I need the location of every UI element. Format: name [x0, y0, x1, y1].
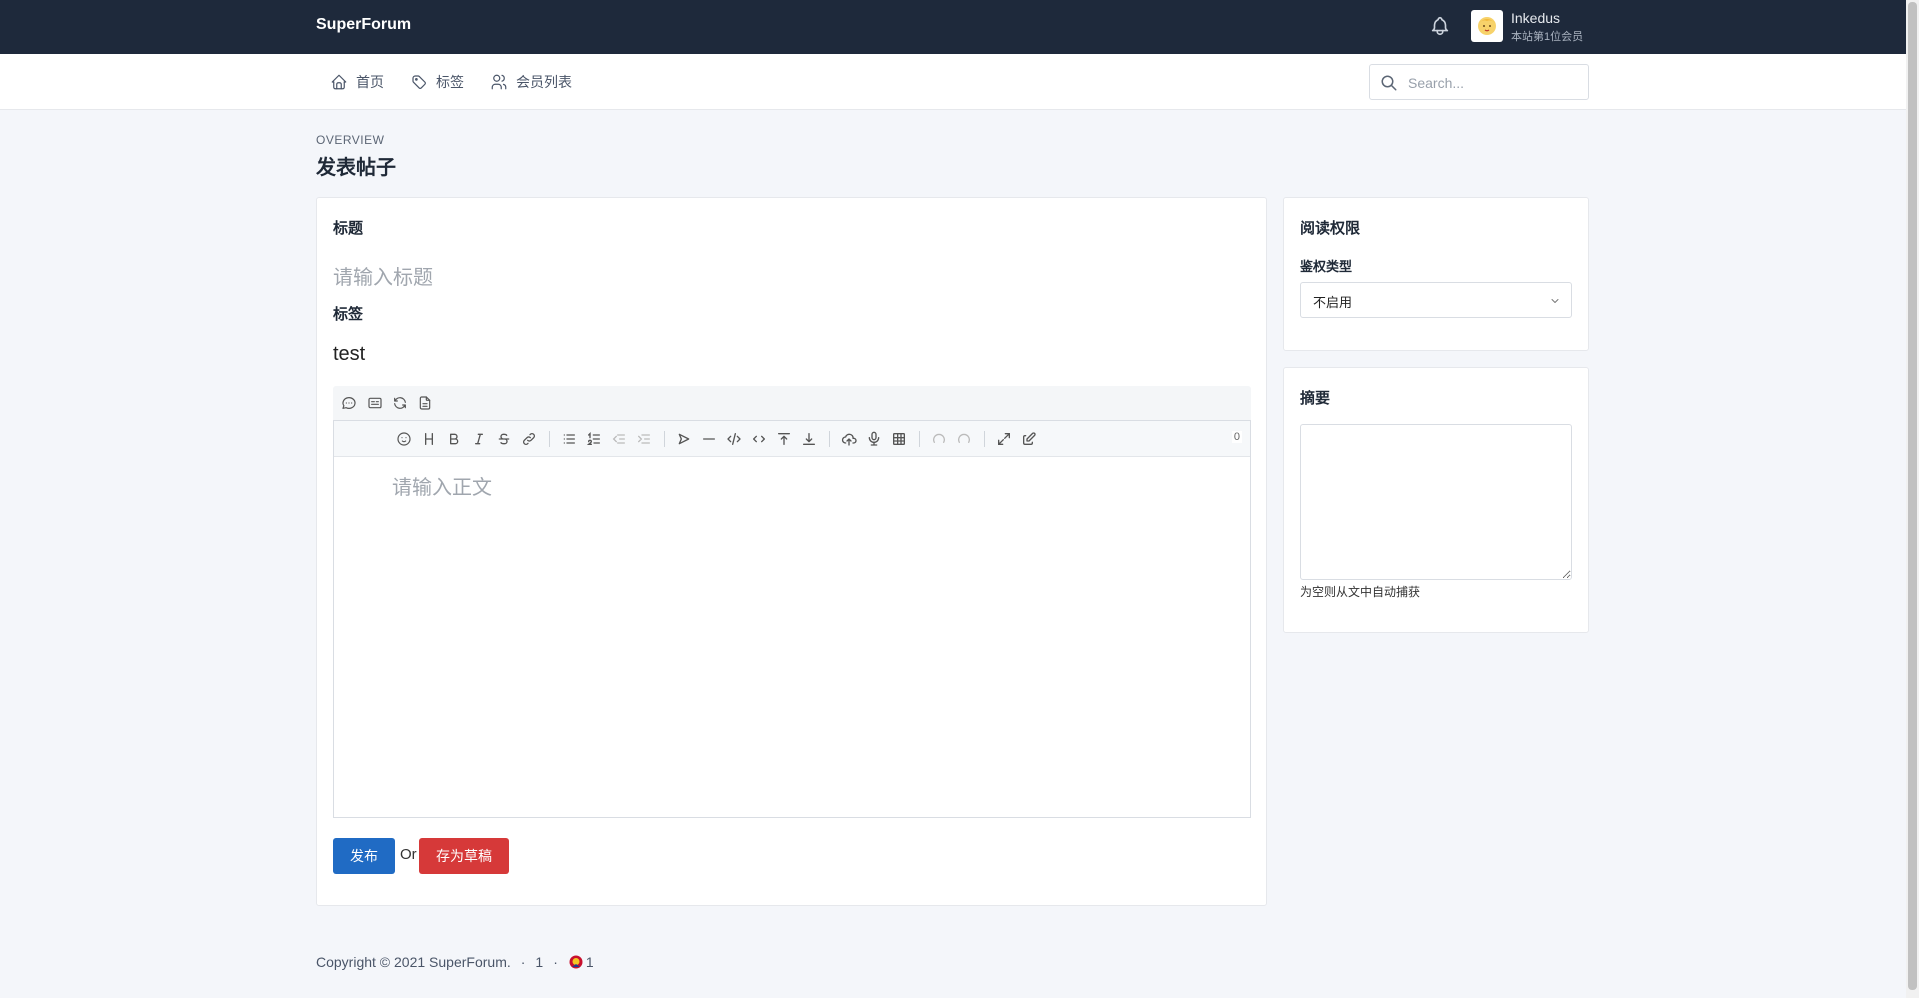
bold-icon[interactable] [444, 429, 464, 449]
page-scrollbar[interactable] [1906, 0, 1919, 998]
emoji-icon[interactable] [394, 429, 414, 449]
nav-bar: 首页 标签 会员列表 [0, 54, 1906, 110]
title-input[interactable] [333, 263, 1233, 293]
page-pretitle: OVERVIEW [316, 133, 385, 147]
nav-item-label: 会员列表 [516, 74, 572, 90]
police-badge-icon [569, 955, 583, 969]
upload-icon[interactable] [839, 429, 859, 449]
toolbar-divider [549, 431, 550, 447]
table-icon[interactable] [889, 429, 909, 449]
auth-type-value: 不启用 [1313, 295, 1353, 310]
search-input[interactable] [1408, 73, 1578, 93]
tag-label: 标签 [333, 306, 364, 323]
code-block-icon[interactable] [724, 429, 744, 449]
comment-mode-icon[interactable] [339, 393, 359, 413]
toolbar-divider [664, 431, 665, 447]
microphone-icon[interactable] [864, 429, 884, 449]
permission-card: 阅读权限 鉴权类型 不启用 [1283, 197, 1589, 351]
footer: Copyright © 2021 SuperForum. · 1 · 1 [316, 954, 594, 970]
insert-before-icon[interactable] [774, 429, 794, 449]
character-counter: 0 [1231, 431, 1242, 443]
editor-body[interactable]: 请输入正文 [392, 471, 492, 500]
copyright-text: Copyright © 2021 SuperForum. [316, 954, 511, 970]
italic-icon[interactable] [469, 429, 489, 449]
content-editor: 0 请输入正文 [333, 420, 1251, 818]
indent-icon[interactable] [634, 429, 654, 449]
chevron-down-icon [1551, 299, 1559, 303]
search-icon [1381, 75, 1397, 91]
search-box [1369, 64, 1589, 100]
link-icon[interactable] [519, 429, 539, 449]
summary-hint: 为空则从文中自动捕获 [1300, 585, 1421, 599]
footer-count: 1 [535, 954, 544, 970]
inline-code-icon[interactable] [749, 429, 769, 449]
nav-item-label: 标签 [436, 74, 464, 90]
page-title: 发表帖子 [316, 157, 396, 179]
redo-icon[interactable] [954, 429, 974, 449]
summary-card: 摘要 为空则从文中自动捕获 [1283, 367, 1589, 633]
outdent-icon[interactable] [609, 429, 629, 449]
summary-textarea[interactable] [1300, 424, 1572, 580]
strikethrough-icon[interactable] [494, 429, 514, 449]
insert-after-icon[interactable] [799, 429, 819, 449]
horizontal-rule-icon[interactable] [699, 429, 719, 449]
footer-police-badge[interactable]: 1 [568, 954, 594, 970]
heading-icon[interactable] [419, 429, 439, 449]
footer-dot: · [520, 954, 526, 970]
bell-icon[interactable] [1429, 15, 1451, 37]
editor-mode-bar [333, 386, 1251, 420]
ordered-list-icon[interactable] [584, 429, 604, 449]
summary-title: 摘要 [1300, 390, 1331, 407]
brand-logo[interactable]: SuperForum [316, 16, 411, 34]
footer-dot: · [553, 954, 558, 970]
nav-item-members[interactable]: 会员列表 [490, 72, 572, 92]
footer-badge-count: 1 [585, 954, 594, 970]
user-name[interactable]: Inkedus [1511, 10, 1560, 26]
fullscreen-icon[interactable] [994, 429, 1014, 449]
nav-item-tags[interactable]: 标签 [410, 72, 464, 92]
permission-title: 阅读权限 [1300, 220, 1361, 237]
auth-type-select[interactable]: 不启用 [1300, 282, 1572, 318]
toolbar-divider [984, 431, 985, 447]
tag-icon [412, 75, 426, 89]
nav-item-label: 首页 [356, 74, 384, 90]
toolbar-divider [919, 431, 920, 447]
quote-icon[interactable] [674, 429, 694, 449]
home-icon [331, 74, 347, 90]
title-label: 标题 [333, 220, 364, 237]
bullet-list-icon[interactable] [559, 429, 579, 449]
top-bar: SuperForum Inkedus 本站第1位会员 [0, 0, 1906, 54]
editor-toolbar: 0 [334, 421, 1250, 457]
split-mode-icon[interactable] [365, 393, 385, 413]
undo-icon[interactable] [929, 429, 949, 449]
avatar[interactable] [1471, 10, 1503, 42]
user-subtitle: 本站第1位会员 [1511, 31, 1584, 43]
avatar-face-icon [1478, 17, 1496, 35]
toolbar-divider [829, 431, 830, 447]
tag-input[interactable]: test [333, 343, 365, 366]
save-draft-button[interactable]: 存为草稿 [419, 838, 509, 874]
post-form-card: 标题 标签 test [316, 197, 1267, 906]
edit-mode-icon[interactable] [1019, 429, 1039, 449]
document-icon[interactable] [415, 393, 435, 413]
auth-type-label: 鉴权类型 [1300, 259, 1353, 274]
users-icon [491, 74, 507, 90]
nav-item-home[interactable]: 首页 [330, 72, 384, 92]
publish-button[interactable]: 发布 [333, 838, 395, 874]
refresh-icon[interactable] [390, 393, 410, 413]
scrollbar-thumb[interactable] [1908, 2, 1917, 990]
or-separator: Or [400, 846, 417, 863]
